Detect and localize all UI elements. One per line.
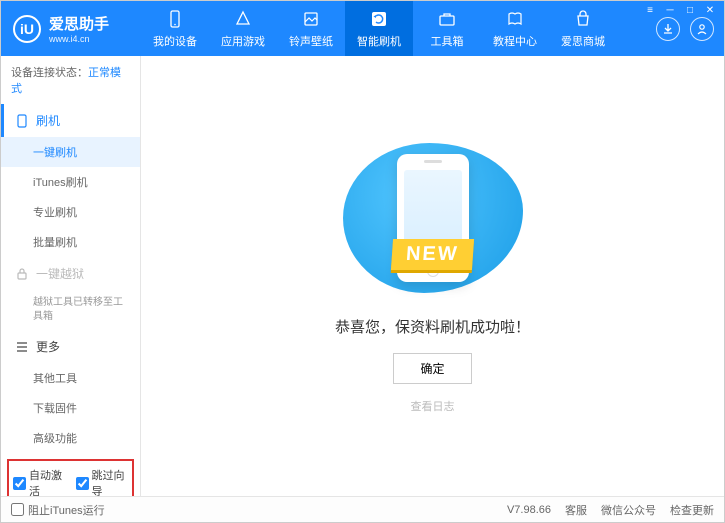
- jailbreak-note: 越狱工具已转移至工具箱: [1, 290, 140, 330]
- wechat-link[interactable]: 微信公众号: [601, 502, 656, 518]
- update-link[interactable]: 检查更新: [670, 502, 714, 518]
- flash-icon: [369, 9, 389, 29]
- phone-icon: [16, 114, 28, 128]
- app-name: 爱思助手: [49, 13, 109, 34]
- menu-icon: [16, 341, 28, 353]
- store-icon: [573, 9, 593, 29]
- sidebar-item-oneclick[interactable]: 一键刷机: [1, 137, 140, 167]
- ok-button[interactable]: 确定: [393, 353, 471, 384]
- nav-toolbox[interactable]: 工具箱: [413, 1, 481, 56]
- toolbox-icon: [437, 9, 457, 29]
- auto-activate-checkbox[interactable]: 自动激活: [13, 467, 66, 496]
- logo: iU 爱思助手 www.i4.cn: [1, 13, 141, 44]
- sidebar-item-batch[interactable]: 批量刷机: [1, 227, 140, 257]
- new-ribbon: NEW: [391, 239, 474, 270]
- maximize-icon[interactable]: □: [682, 5, 698, 17]
- skip-guide-checkbox[interactable]: 跳过向导: [76, 467, 129, 496]
- nav-apps[interactable]: 应用游戏: [209, 1, 277, 56]
- statusbar: 阻止iTunes运行 V7.98.66 客服 微信公众号 检查更新: [1, 496, 724, 522]
- main-content: NEW 恭喜您，保资料刷机成功啦！ 确定 查看日志: [141, 56, 724, 496]
- close-icon[interactable]: ✕: [702, 5, 718, 17]
- download-button[interactable]: [656, 17, 680, 41]
- options-box: 自动激活 跳过向导: [7, 459, 134, 496]
- sidebar-section-flash[interactable]: 刷机: [1, 104, 140, 137]
- connection-status: 设备连接状态：正常模式: [1, 56, 140, 104]
- view-log-link[interactable]: 查看日志: [411, 398, 455, 414]
- service-link[interactable]: 客服: [565, 502, 587, 518]
- lock-icon: [16, 268, 28, 280]
- sidebar-item-pro[interactable]: 专业刷机: [1, 197, 140, 227]
- app-url: www.i4.cn: [49, 34, 109, 44]
- sidebar-section-jailbreak: 一键越狱: [1, 257, 140, 290]
- success-illustration: NEW: [338, 138, 528, 298]
- sidebar-section-more[interactable]: 更多: [1, 330, 140, 363]
- apps-icon: [233, 9, 253, 29]
- titlebar: ≡ ─ □ ✕ iU 爱思助手 www.i4.cn 我的设备 应用游戏 铃声壁纸: [1, 1, 724, 56]
- sidebar: 设备连接状态：正常模式 刷机 一键刷机 iTunes刷机 专业刷机 批量刷机 一…: [1, 56, 141, 496]
- nav-my-device[interactable]: 我的设备: [141, 1, 209, 56]
- device-icon: [165, 9, 185, 29]
- book-icon: [505, 9, 525, 29]
- sidebar-item-itunes[interactable]: iTunes刷机: [1, 167, 140, 197]
- wallpaper-icon: [301, 9, 321, 29]
- minimize-icon[interactable]: ─: [662, 5, 678, 17]
- nav-tutorials[interactable]: 教程中心: [481, 1, 549, 56]
- sidebar-item-advanced[interactable]: 高级功能: [1, 423, 140, 453]
- version-label: V7.98.66: [507, 504, 551, 516]
- menu-icon[interactable]: ≡: [642, 5, 658, 17]
- block-itunes-checkbox[interactable]: 阻止iTunes运行: [11, 502, 105, 518]
- sidebar-item-other[interactable]: 其他工具: [1, 363, 140, 393]
- logo-icon: iU: [13, 15, 41, 43]
- nav-flash[interactable]: 智能刷机: [345, 1, 413, 56]
- success-message: 恭喜您，保资料刷机成功啦！: [335, 316, 530, 337]
- main-nav: 我的设备 应用游戏 铃声壁纸 智能刷机 工具箱 教程中心: [141, 1, 646, 56]
- nav-ringtones[interactable]: 铃声壁纸: [277, 1, 345, 56]
- user-button[interactable]: [690, 17, 714, 41]
- sidebar-item-download[interactable]: 下载固件: [1, 393, 140, 423]
- window-controls: ≡ ─ □ ✕: [642, 5, 718, 17]
- nav-store[interactable]: 爱思商城: [549, 1, 617, 56]
